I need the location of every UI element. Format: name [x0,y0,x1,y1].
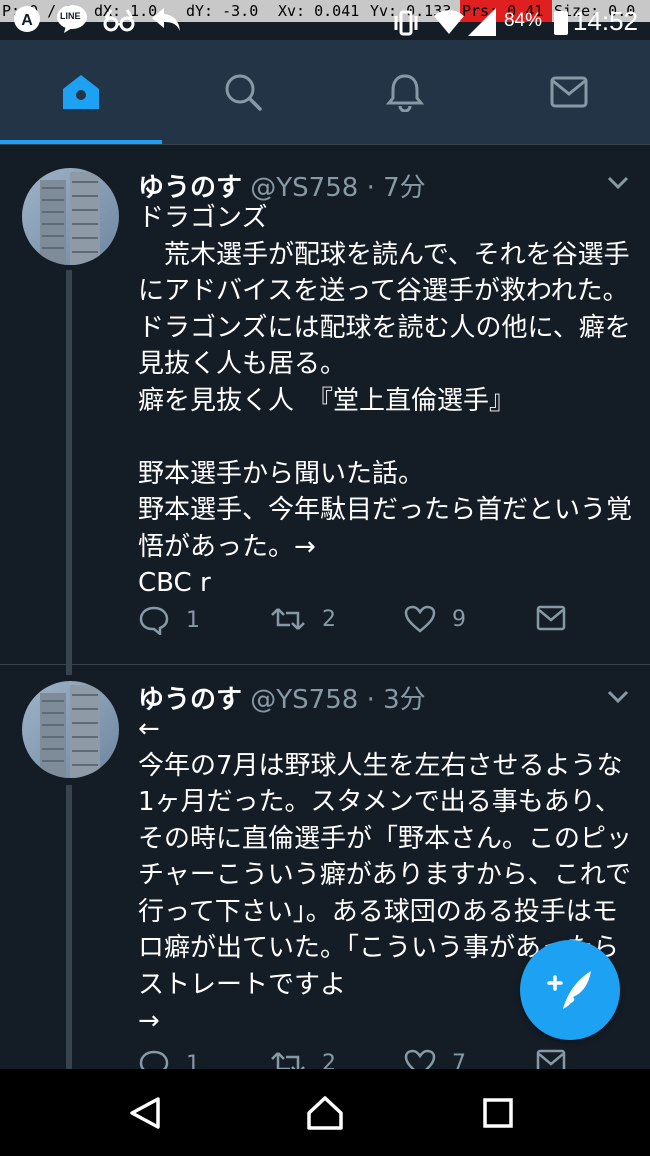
chevron-down-icon[interactable] [606,175,630,191]
debug-dy: dY: -3.0 [186,2,259,20]
home-outline-icon [307,1095,343,1130]
status-bar: P: 0 / 1 dX: 1.0 dY: -3.0 Xv: 0.041 Yv: … [0,0,650,40]
tweet[interactable]: ゆうのす @YS758 · 7分 ドラゴンズ 荒木選手が配球を読んで、それを谷選… [0,145,650,675]
svg-text:A: A [21,12,33,29]
direct-message-button[interactable] [536,605,566,631]
handle[interactable]: @YS758 [250,173,358,203]
tweet-actions: 1 2 7 [138,1049,578,1069]
tweet-header: ゆうのす @YS758 · 7分 [138,167,426,204]
home-button[interactable] [265,1069,385,1156]
reply-button[interactable]: 1 [138,605,200,635]
like-button[interactable]: 9 [404,605,466,633]
home-icon [63,75,99,109]
battery-icon [554,11,568,35]
reply-icon [139,1050,169,1069]
recents-button[interactable] [438,1069,558,1156]
line-label: LINE [60,11,81,21]
like-count: 7 [452,1050,466,1070]
notification-icons: A LINE [12,4,182,34]
direct-message-button[interactable] [536,1049,566,1069]
avatar[interactable] [22,681,119,778]
bell-icon [385,74,425,112]
debug-xv: Xv: 0.041 [278,2,360,20]
mail-icon [536,605,566,631]
tab-notifications[interactable] [324,40,486,144]
vibrate-icon [394,10,418,36]
reply-arrow-icon [152,8,180,31]
retweet-icon [271,1052,305,1069]
chevron-down-icon[interactable] [606,689,630,705]
wifi-icon [434,10,464,34]
square-icon [483,1097,513,1128]
reply-icon [139,606,169,635]
avatar[interactable] [22,168,119,265]
heart-icon [404,1049,436,1069]
tab-home[interactable] [0,40,162,144]
reply-count: 1 [186,607,200,633]
tweet-text: ドラゴンズ 荒木選手が配球を読んで、それを谷選手にアドバイスを送って谷選手が救わ… [138,203,633,598]
like-count: 9 [452,606,466,632]
retweet-button[interactable]: 2 [270,605,336,633]
compose-tweet-button[interactable] [520,940,620,1040]
retweet-count: 2 [322,1050,336,1070]
heart-icon [404,605,436,633]
reply-button[interactable]: 1 [138,1049,200,1069]
mail-icon [550,76,588,108]
line-icon: LINE [56,4,88,34]
retweet-count: 2 [322,606,336,632]
display-name[interactable]: ゆうのす [138,173,242,203]
mail-icon [536,1049,566,1069]
timestamp: · 7分 [366,173,426,203]
compose-feather-icon [547,971,591,1009]
reply-count: 1 [186,1051,200,1070]
tab-messages[interactable] [488,40,650,144]
retweet-icon [271,608,305,630]
like-button[interactable]: 7 [404,1049,466,1069]
app-notification-icon: A [14,6,40,32]
android-nav-bar [0,1069,650,1156]
thread-line [66,785,72,1069]
search-icon [225,74,262,111]
signal-icon [468,8,496,36]
glasses-icon [103,9,135,32]
clock: 14:52 [572,6,638,36]
back-triangle-icon [130,1096,160,1129]
tab-search[interactable] [162,40,324,144]
top-tab-bar [0,40,650,144]
back-button[interactable] [85,1069,205,1156]
thread-line [66,270,72,675]
retweet-button[interactable]: 2 [270,1049,336,1069]
battery-percent: 84% [503,10,542,31]
tweet-actions: 1 2 9 [138,605,578,641]
